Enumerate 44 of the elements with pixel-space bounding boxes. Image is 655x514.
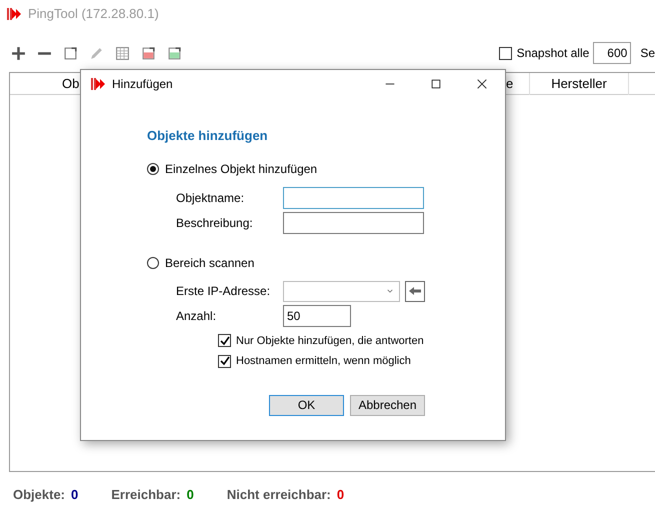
half-filled-document-icon[interactable] (167, 46, 182, 60)
dialog-heading: Objekte hinzufügen (147, 127, 269, 145)
dialog-button[interactable]: Abbrechen (350, 394, 425, 416)
checkbox-label: Nur Objekte hinzufügen, die antworten (236, 334, 424, 348)
app-logo-icon (90, 76, 106, 92)
checkbox[interactable] (218, 354, 231, 368)
unit-label: Se (640, 45, 655, 62)
dialog-button[interactable]: OK (269, 394, 344, 416)
close-icon[interactable] (476, 78, 488, 90)
chevron-down-icon (387, 289, 393, 293)
half-filled-document-icon[interactable] (141, 46, 156, 60)
radio-label: Einzelnes Objekt hinzufügen (165, 160, 318, 178)
column-header: Ob (62, 74, 80, 93)
grid-icon[interactable] (115, 46, 130, 60)
status-label: Objekte: (13, 486, 66, 504)
arrow-left-icon (409, 287, 421, 295)
field-label: Erste IP-Adresse: (176, 283, 272, 300)
document-icon[interactable] (63, 46, 78, 60)
checkbox[interactable] (218, 334, 231, 348)
window-title: PingTool (172.28.80.1) (28, 5, 159, 24)
status-count: 0 (71, 486, 78, 504)
snapshot-label: Snapshot alle (516, 45, 590, 62)
text-field[interactable] (283, 212, 424, 234)
status-count: 0 (186, 486, 194, 504)
interval-field[interactable]: 600 (593, 42, 632, 64)
status-label: Nicht erreichbar: (226, 486, 331, 504)
count-field[interactable]: 50 (283, 304, 351, 326)
field-label: Objektname: (176, 190, 246, 206)
text-field[interactable] (283, 186, 424, 208)
column-header: Hersteller (530, 72, 629, 94)
arrow-left-button[interactable] (405, 280, 425, 302)
maximize-icon[interactable] (430, 78, 442, 90)
radio-button[interactable] (147, 162, 159, 174)
checkbox-label: Hostnamen ermitteln, wenn möglich (236, 354, 411, 369)
radio-button[interactable] (147, 256, 159, 268)
field-label: Anzahl: (176, 308, 218, 324)
field-label: Beschreibung: (176, 214, 254, 232)
radio-label: Bereich scannen (165, 254, 254, 272)
dialog-title: Hinzufügen (112, 76, 174, 93)
status-count: 0 (336, 486, 344, 504)
app-logo-icon (6, 6, 22, 22)
status-label: Erreichbar: (111, 486, 181, 504)
plus-icon[interactable] (11, 46, 26, 60)
snapshot-checkbox[interactable] (498, 46, 512, 60)
